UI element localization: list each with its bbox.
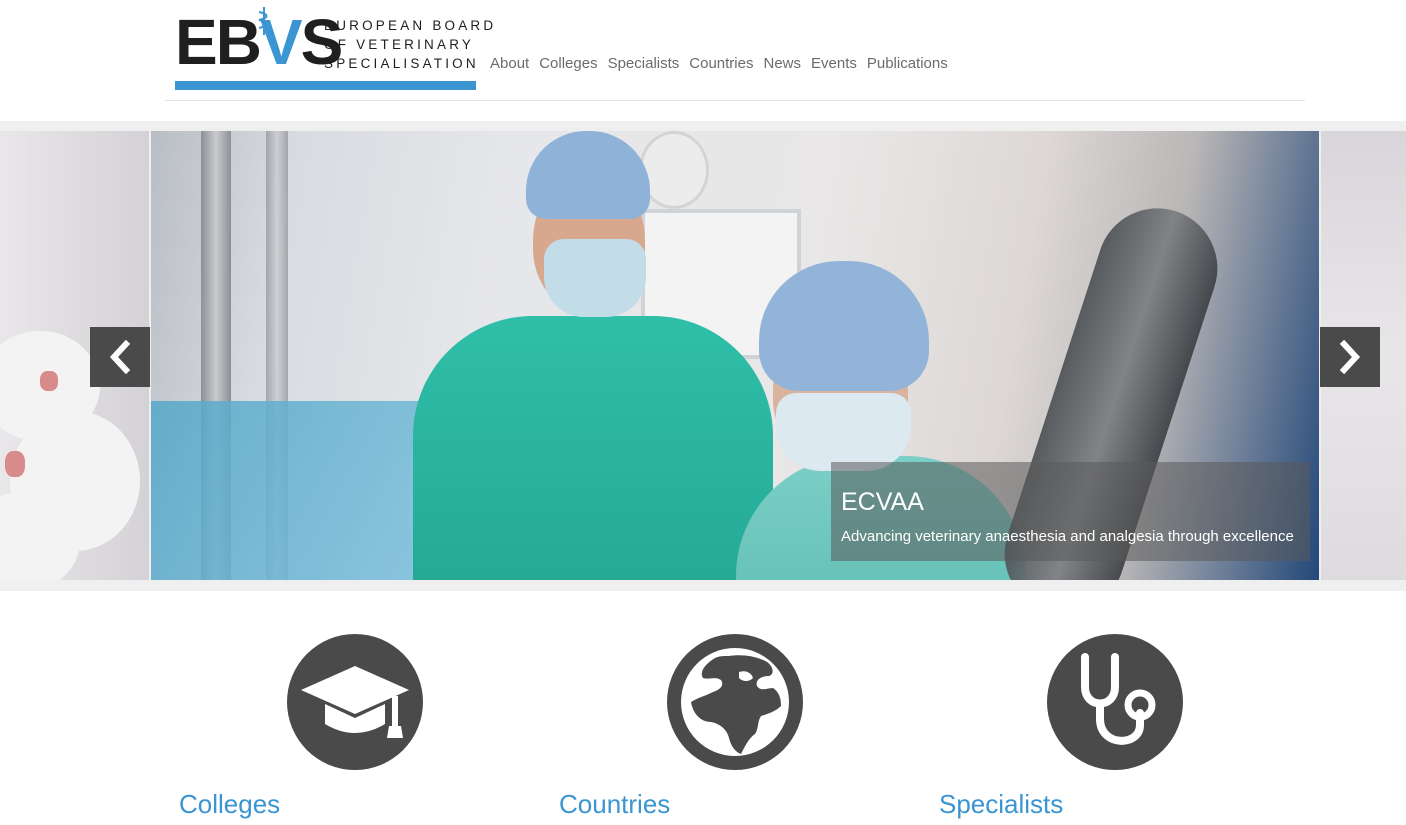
- surgical-drape-image: [151, 401, 441, 580]
- carousel-next-button[interactable]: [1320, 327, 1380, 387]
- slide-caption-title: ECVAA: [841, 488, 924, 516]
- graduation-cap-icon: [301, 666, 409, 738]
- chevron-right-icon: [1339, 340, 1361, 374]
- logo-wordmark: EUROPEAN BOARD OF VETERINARY SPECIALISAT…: [324, 16, 496, 73]
- ebvs-logo[interactable]: E B V S EUROPEAN BOARD OF VETERINARY SPE…: [175, 6, 493, 90]
- nav-publications[interactable]: Publications: [867, 55, 948, 72]
- site-header: E B V S EUROPEAN BOARD OF VETERINARY SPE…: [165, 0, 1305, 101]
- slide-caption-text: Advancing veterinary anaesthesia and ana…: [841, 528, 1294, 545]
- feature-icon-circle[interactable]: [287, 634, 423, 770]
- feature-title-countries[interactable]: Countries: [559, 789, 670, 820]
- logo-word-line: SPECIALISATION: [324, 56, 479, 71]
- chevron-left-icon: [109, 340, 131, 374]
- nav-specialists[interactable]: Specialists: [608, 55, 680, 72]
- feature-icon-circle[interactable]: [1047, 634, 1183, 770]
- surgical-mask-image: [776, 393, 911, 471]
- feature-colleges[interactable]: Colleges: [179, 634, 559, 825]
- surgical-mask-image: [544, 239, 646, 317]
- slide-caption: ECVAA Advancing veterinary anaesthesia a…: [831, 462, 1310, 561]
- logo-underline-bar: [175, 81, 476, 90]
- caduceus-icon: [258, 7, 268, 35]
- globe-icon: [681, 648, 789, 756]
- surgical-cap-image: [526, 131, 650, 219]
- logo-word-line: OF VETERINARY: [324, 37, 475, 52]
- feature-countries[interactable]: Countries: [559, 634, 939, 825]
- nav-news[interactable]: News: [763, 55, 801, 72]
- nav-events[interactable]: Events: [811, 55, 857, 72]
- nav-countries[interactable]: Countries: [689, 55, 753, 72]
- feature-specialists[interactable]: Specialists: [939, 634, 1319, 825]
- feature-title-colleges[interactable]: Colleges: [179, 789, 280, 820]
- logo-letter-e: E: [175, 6, 218, 78]
- feature-icon-circle[interactable]: [667, 634, 803, 770]
- stethoscope-icon: [1081, 653, 1156, 745]
- logo-word-line: EUROPEAN BOARD: [324, 18, 497, 33]
- nav-about[interactable]: About: [490, 55, 529, 72]
- carousel-prev-button[interactable]: [90, 327, 150, 387]
- main-nav: About Colleges Specialists Countries New…: [490, 55, 948, 72]
- surgeon-scrubs-image: [413, 316, 773, 580]
- nav-colleges[interactable]: Colleges: [539, 55, 597, 72]
- feature-title-specialists[interactable]: Specialists: [939, 789, 1063, 820]
